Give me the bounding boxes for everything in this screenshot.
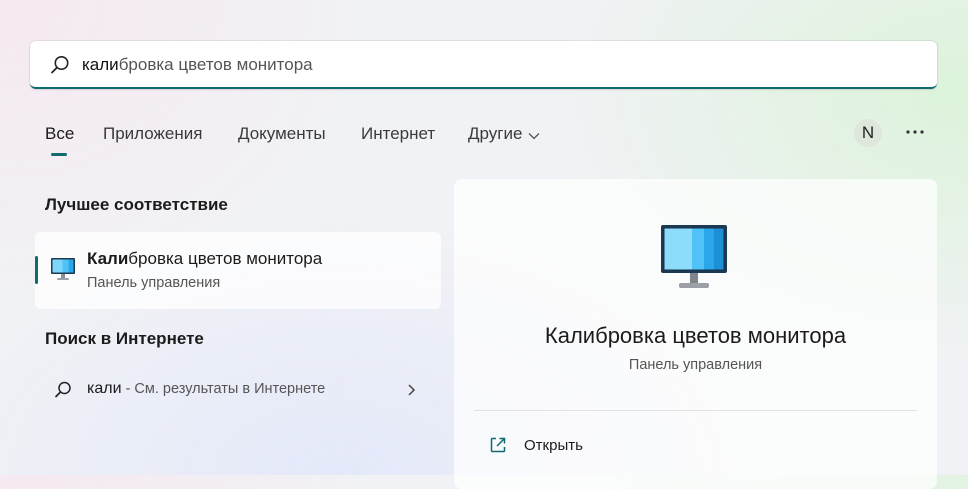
more-options-icon[interactable] bbox=[904, 122, 926, 142]
active-tab-indicator bbox=[51, 153, 67, 156]
web-search-hint: - См. результаты в Интернете bbox=[121, 381, 326, 397]
search-completion-text: бровка цветов монитора bbox=[118, 55, 313, 74]
detail-panel: Калибровка цветов монитора Панель управл… bbox=[454, 179, 937, 489]
search-box[interactable]: калибровка цветов монитора bbox=[30, 41, 937, 89]
best-match-subtitle: Панель управления bbox=[87, 275, 221, 291]
detail-title: Калибровка цветов монитора bbox=[544, 323, 847, 348]
tab-more[interactable]: Другие bbox=[468, 124, 540, 145]
best-match-title-typed: Кали bbox=[87, 249, 129, 268]
best-match-title-rest: бровка цветов монитора bbox=[128, 249, 323, 268]
web-search-heading: Поиск в Интернете bbox=[45, 329, 204, 348]
selection-indicator bbox=[35, 256, 38, 284]
tab-web[interactable]: Интернет bbox=[361, 124, 435, 144]
monitor-icon bbox=[659, 223, 729, 295]
tab-more-label: Другие bbox=[468, 124, 523, 143]
web-search-query: кали bbox=[87, 380, 122, 397]
chevron-down-icon bbox=[528, 125, 540, 145]
tab-all[interactable]: Все bbox=[45, 124, 74, 144]
web-search-result[interactable]: кали - См. результаты в Интернете bbox=[35, 370, 441, 410]
divider bbox=[474, 410, 917, 411]
detail-subtitle: Панель управления bbox=[628, 357, 763, 373]
web-search-text: кали - См. результаты в Интернете bbox=[87, 380, 325, 398]
best-match-title: Калибровка цветов монитора bbox=[87, 249, 322, 269]
chevron-right-icon[interactable] bbox=[405, 382, 419, 398]
best-match-item[interactable]: Калибровка цветов монитора Панель управл… bbox=[35, 232, 441, 309]
search-input[interactable]: калибровка цветов монитора bbox=[82, 55, 313, 75]
open-action[interactable]: Открыть bbox=[474, 431, 774, 461]
open-external-icon bbox=[489, 436, 507, 454]
search-icon bbox=[53, 380, 73, 400]
tab-apps[interactable]: Приложения bbox=[103, 124, 202, 144]
search-typed-text: кали bbox=[82, 55, 119, 74]
open-action-label: Открыть bbox=[524, 437, 583, 454]
best-match-heading: Лучшее соответствие bbox=[45, 195, 228, 214]
avatar[interactable]: N bbox=[854, 119, 882, 147]
search-icon bbox=[49, 54, 71, 76]
monitor-icon bbox=[50, 256, 76, 282]
tab-documents[interactable]: Документы bbox=[238, 124, 326, 144]
